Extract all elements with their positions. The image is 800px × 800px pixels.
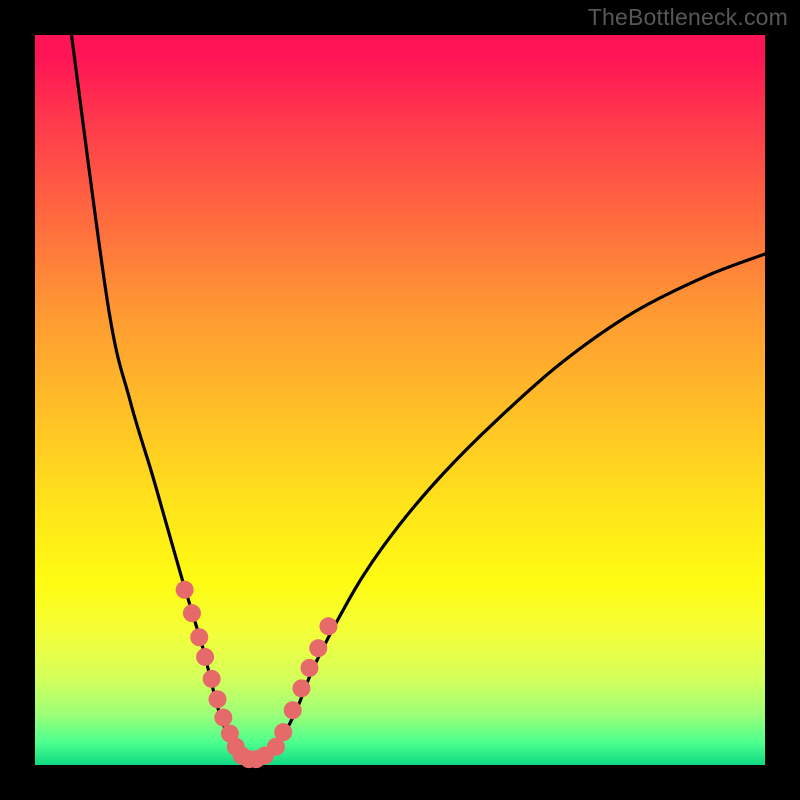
curve-marker [319, 617, 337, 635]
curve-marker [292, 679, 310, 697]
curve-marker [309, 639, 327, 657]
curve-marker [214, 709, 232, 727]
chart-svg [35, 35, 765, 765]
curve-marker [284, 701, 302, 719]
curve-marker [274, 723, 292, 741]
chart-container: TheBottleneck.com [0, 0, 800, 800]
curve-marker [176, 581, 194, 599]
curve-marker [209, 690, 227, 708]
curve-marker [300, 659, 318, 677]
curve-markers [176, 581, 338, 768]
curve-marker [183, 604, 201, 622]
watermark-text: TheBottleneck.com [588, 4, 788, 31]
plot-area [35, 35, 765, 765]
bottleneck-curve [72, 35, 766, 761]
curve-marker [190, 628, 208, 646]
curve-marker [196, 648, 214, 666]
curve-marker [203, 670, 221, 688]
